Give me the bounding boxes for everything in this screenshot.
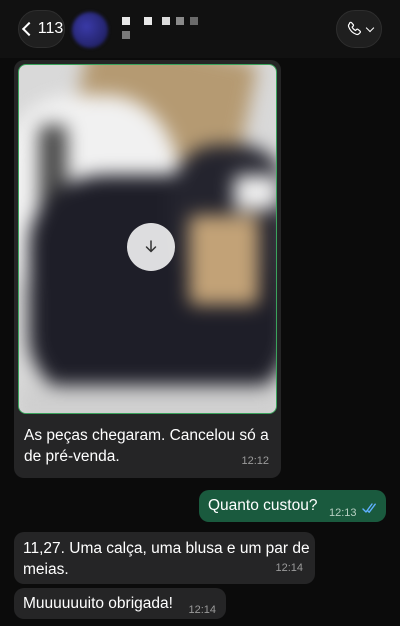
message-time: 12:12 — [241, 455, 269, 467]
download-button[interactable] — [127, 223, 175, 271]
arrow-down-icon — [145, 240, 157, 253]
avatar[interactable] — [72, 12, 108, 48]
photo-caption: As peças chegaram. Cancelou só a de pré-… — [24, 425, 274, 467]
message-text: Muuuuuuito obrigada! — [23, 595, 173, 612]
incoming-message[interactable]: Muuuuuuito obrigada! 12:14 — [14, 588, 226, 619]
outgoing-message[interactable]: Quanto custou? 12:13 — [199, 490, 386, 522]
incoming-message[interactable]: 11,27. Uma calça, uma blusa e um par de … — [14, 532, 315, 584]
message-line-2: meias. — [23, 561, 69, 578]
caption-line-2: de pré-venda. — [24, 448, 120, 465]
message-time: 12:14 — [275, 562, 303, 574]
caption-line-1: As peças chegaram. Cancelou só a — [24, 427, 269, 444]
message-time: 12:13 — [329, 507, 357, 519]
back-button[interactable]: 113 — [18, 10, 65, 48]
unread-count: 113 — [37, 20, 64, 37]
message-time: 12:14 — [188, 604, 216, 616]
chevron-down-icon — [365, 23, 375, 32]
chat-header: 113 — [0, 0, 400, 58]
call-button[interactable] — [336, 10, 382, 48]
blurred-photo[interactable] — [18, 64, 277, 414]
chevron-left-icon — [21, 21, 36, 37]
photo-message[interactable]: As peças chegaram. Cancelou só a de pré-… — [14, 60, 281, 478]
phone-icon — [347, 21, 361, 36]
message-text: Quanto custou? — [208, 497, 318, 514]
message-text: 11,27. Uma calça, uma blusa e um par de … — [23, 538, 313, 580]
double-check-icon — [362, 503, 376, 513]
message-line-1: 11,27. Uma calça, uma blusa e um par de — [23, 540, 310, 557]
